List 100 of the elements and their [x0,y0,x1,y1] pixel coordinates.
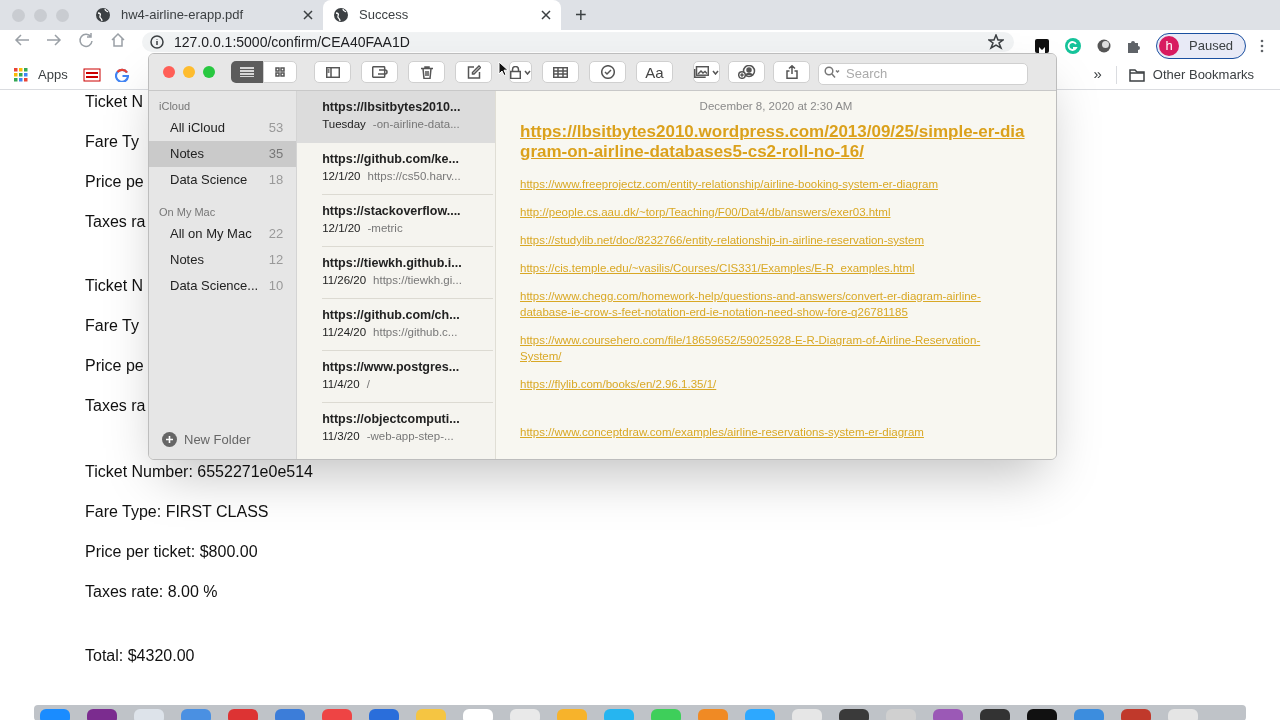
page-text: Price pe [85,172,144,192]
note-list-item[interactable]: https://github.com/ke... 12/1/20 https://cs50.harv... [297,143,495,195]
reload-icon[interactable] [78,32,94,48]
attachments-button[interactable] [361,61,398,83]
sidebar-item[interactable]: Data Science... 10 [149,273,297,299]
sidebar-icon [325,66,340,78]
page-text: Fare Ty [85,132,139,152]
list-view-button[interactable] [231,61,263,83]
page-text: Price pe [85,356,144,376]
folder-name: Notes [170,251,205,270]
page-text: Ticket N [85,92,144,112]
add-people-button[interactable] [728,61,765,83]
extension-icon[interactable] [1034,38,1050,54]
info-icon [150,35,164,49]
search-icon [824,66,840,78]
folder-count: 22 [268,225,284,244]
new-tab-button[interactable]: + [575,5,587,25]
note-list-item[interactable]: https://lbsitbytes2010... Tuesday -on-airline-data... [297,91,495,143]
folder-name: All on My Mac [170,225,253,244]
sidebar-button[interactable] [314,61,351,83]
close-icon[interactable] [541,10,551,20]
close-icon[interactable] [303,10,313,20]
page-text: Taxes ra [85,396,146,416]
note-preview: -on-airline-data... [372,117,460,132]
paperclip-icon [371,66,388,78]
star-icon[interactable] [988,34,1004,50]
table-icon [553,66,568,78]
note-title: https://github.com/ke... [322,151,460,167]
folder-name: Notes [170,145,205,164]
note-list-item[interactable]: https://stackoverflow.... 12/1/20 -metric [297,195,495,247]
page-text: Fare Type: FIRST CLASS [85,502,269,522]
browser-tab[interactable]: Success [323,0,561,30]
note-date: 12/1/20 [322,221,361,236]
forward-icon[interactable] [46,32,62,48]
note-list-item[interactable]: https://objectcomputi... 11/3/20 -web-app-step-... [297,403,495,455]
caret-icon [524,69,531,75]
menu-icon[interactable] [1260,38,1265,54]
apps-bookmark[interactable]: Apps [14,64,68,85]
lock-button[interactable] [509,61,532,83]
note-title: https://lbsitbytes2010... [322,99,462,115]
note-preview: / [366,377,370,392]
folder-count: 35 [268,145,284,164]
gallery-view-button[interactable] [263,61,297,83]
note-list-item[interactable]: https://www.postgres... 11/4/20 / [297,351,495,403]
back-icon[interactable] [14,32,30,48]
trash-icon [420,65,433,79]
page-text: Price per ticket: $800.00 [85,542,258,562]
sidebar-item[interactable]: All iCloud 53 [149,115,297,141]
caret-icon [712,69,719,75]
sidebar-item[interactable]: Data Science 18 [149,167,297,193]
avatar: h [1159,36,1179,56]
total-text: Total: $4320.00 [85,646,195,666]
compose-button[interactable] [455,61,492,83]
sidebar-item[interactable]: Notes 12 [149,247,297,273]
media-button[interactable] [693,61,720,83]
sidebar-item[interactable]: Notes 35 [149,141,297,167]
note-list-item[interactable]: https://tiewkh.github.i... 11/26/20 https://tiewkh.gi... [297,247,495,299]
folder-name: Data Science... [170,277,260,296]
folder-count: 18 [268,171,284,190]
note-preview: https://tiewkh.gi... [373,273,462,288]
profile-button[interactable]: h Paused [1156,33,1247,59]
folder-name: All iCloud [170,119,226,138]
note-timestamp: December 8, 2020 at 2:30 AM [699,99,853,113]
puzzle-icon[interactable] [1126,38,1142,54]
page-text: Fare Ty [85,316,139,336]
search-field[interactable]: Search [818,62,1028,85]
share-button[interactable] [773,61,810,83]
table-button[interactable] [542,61,579,83]
note-title: https://tiewkh.github.i... [322,255,463,271]
note-date: 11/26/20 [322,273,367,288]
page-text: Ticket N [85,276,144,296]
note-date: 11/3/20 [322,429,360,444]
other-bookmarks-folder[interactable]: Other Bookmarks [1128,64,1254,85]
checklist-button[interactable] [589,61,626,83]
cursor-icon [498,61,508,76]
format-button[interactable]: Aa [636,61,673,83]
globe-icon [333,7,349,23]
extension-icon[interactable] [1096,38,1112,54]
note-date: Tuesday [322,117,366,132]
note-preview: https://cs50.harv... [367,169,461,184]
folder-count: 10 [268,277,284,296]
home-icon[interactable] [110,32,126,48]
delete-button[interactable] [408,61,445,83]
address-bar[interactable]: 127.0.0.1:5000/confirm/CEA40FAA1D [142,32,1014,52]
note-title: https://objectcomputi... [322,411,461,427]
url-text: 127.0.0.1:5000/confirm/CEA40FAA1D [174,32,411,52]
note-title: https://github.com/ch... [322,307,461,323]
new-folder-button[interactable]: New Folder [149,429,297,449]
note-preview: https://github.c... [373,325,458,340]
news-logo-icon[interactable] [82,67,101,82]
note-date: 12/1/20 [322,169,361,184]
plus-circle-icon [162,431,177,447]
note-list-item[interactable]: https://github.com/ch... 11/24/20 https://github.c... [297,299,495,351]
sidebar-item[interactable]: All on My Mac 22 [149,221,297,247]
add-person-icon [737,65,756,79]
share-icon [785,65,798,79]
note-title: https://www.postgres... [322,359,461,375]
note-title: https://stackoverflow.... [322,203,462,219]
google-icon[interactable] [114,67,129,82]
more-bookmarks-button[interactable]: » [1093,63,1102,86]
